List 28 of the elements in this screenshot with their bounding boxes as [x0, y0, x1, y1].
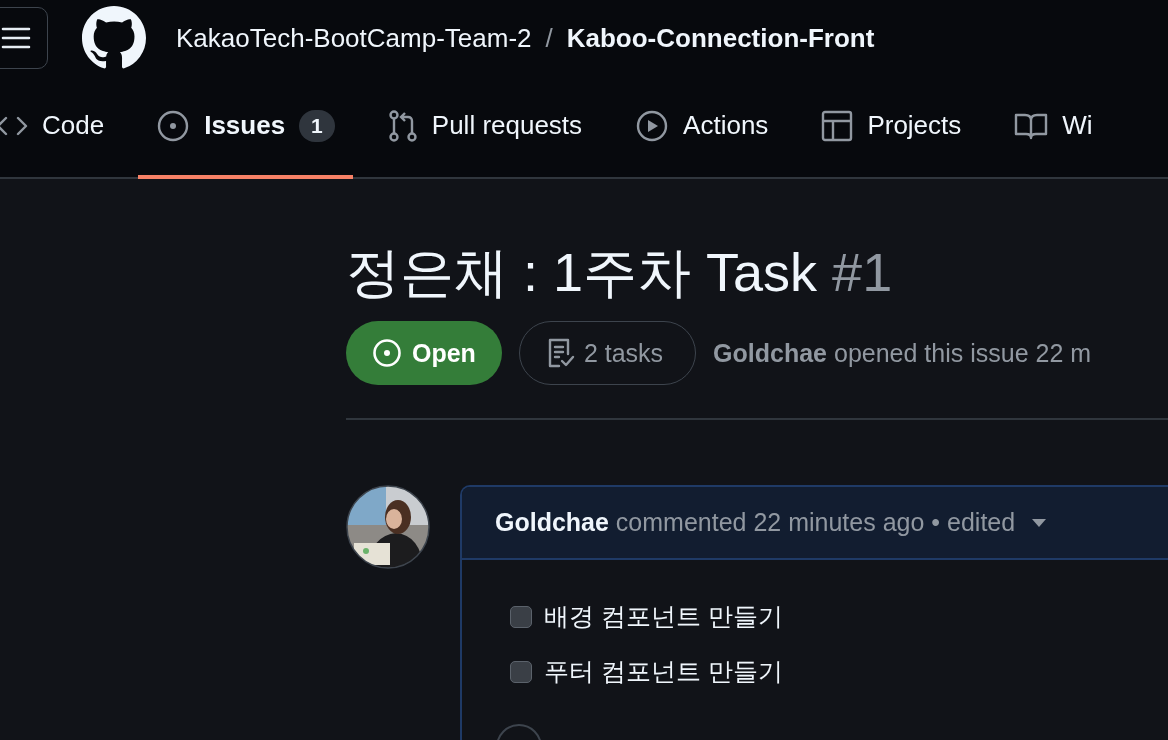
- owner-link[interactable]: KakaoTech-BootCamp-Team-2: [176, 22, 532, 54]
- issue-count-badge: 1: [299, 109, 335, 142]
- book-icon: [1014, 111, 1049, 140]
- state-badge: Open: [346, 321, 502, 385]
- caret-icon[interactable]: [1031, 517, 1048, 528]
- pull-request-icon: [387, 108, 418, 143]
- table-icon: [821, 109, 854, 142]
- repo-tab[interactable]: Actions: [617, 76, 787, 179]
- repo-tab[interactable]: Pull requests: [369, 76, 601, 179]
- task-text: 푸터 컴포넌트 만들기: [544, 656, 783, 687]
- repo-tab[interactable]: Code: [0, 76, 123, 179]
- octocat-logo-icon[interactable]: [82, 6, 146, 70]
- issue-icon: [372, 338, 402, 368]
- issue-icon: [156, 108, 191, 143]
- repo-tab[interactable]: Issues 1: [138, 76, 353, 179]
- task-text: 배경 컴포넌트 만들기: [544, 601, 783, 632]
- repo-tab[interactable]: Wi: [996, 76, 1111, 179]
- play-icon: [635, 108, 670, 143]
- path-separator: /: [545, 22, 553, 54]
- comment-meta-text: Goldchae commented 22 minutes ago • edited: [495, 508, 1016, 537]
- repo-link[interactable]: Kaboo-Connection-Front: [566, 22, 875, 54]
- task-checkbox[interactable]: [510, 605, 532, 628]
- task-checkbox[interactable]: [510, 660, 532, 683]
- issue-title: 정은채 : 1주차 Task #1: [346, 241, 894, 304]
- repo-tab[interactable]: Projects: [803, 76, 980, 179]
- issue-meta-text: Goldchae opened this issue 22 m: [713, 338, 1092, 368]
- menu-button[interactable]: [0, 7, 48, 69]
- menu-icon: [1, 26, 31, 50]
